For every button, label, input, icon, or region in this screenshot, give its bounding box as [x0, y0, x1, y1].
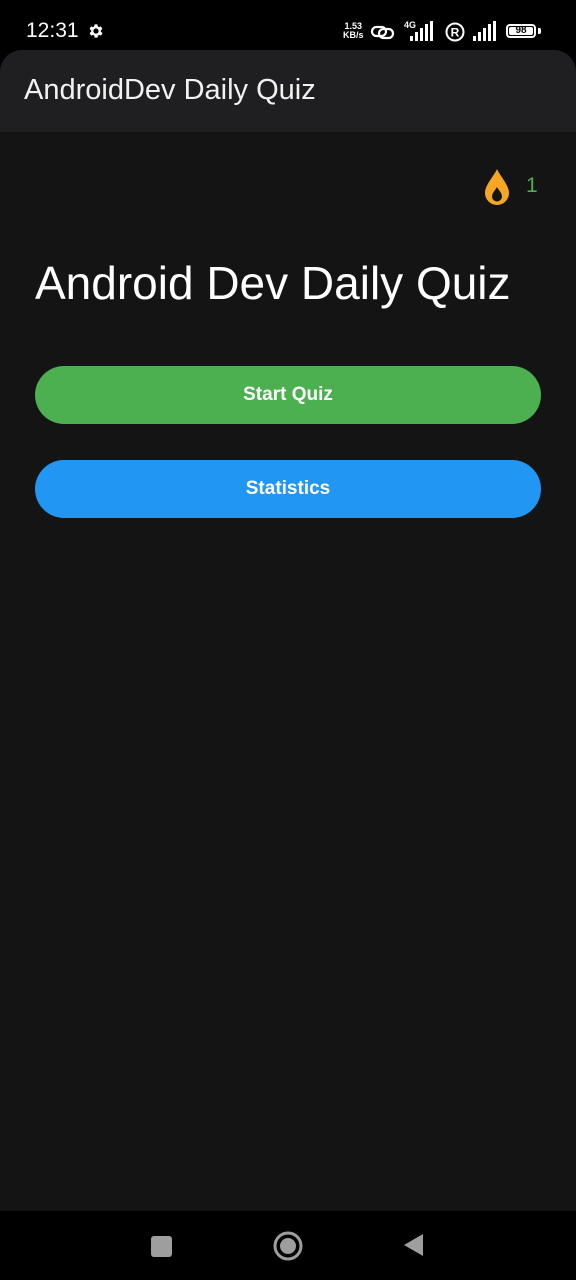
roaming-icon: R	[445, 22, 465, 42]
statistics-button[interactable]: Statistics	[35, 460, 541, 518]
battery-level: 98	[515, 25, 527, 36]
app-bar-title: AndroidDev Daily Quiz	[24, 74, 316, 106]
signal-icon	[473, 21, 496, 41]
main-content: 1 Android Dev Daily Quiz Start Quiz Stat…	[0, 132, 576, 1211]
flame-icon	[485, 169, 509, 205]
battery-icon: 98	[506, 24, 536, 38]
network-type: 4G	[404, 20, 417, 30]
start-quiz-button[interactable]: Start Quiz	[35, 366, 541, 424]
network-speed: 1.53 KB/s	[343, 21, 364, 40]
app-bar: AndroidDev Daily Quiz	[0, 50, 576, 132]
status-time: 12:31	[26, 19, 79, 42]
streak-count: 1	[526, 174, 538, 197]
svg-text:R: R	[451, 26, 460, 40]
back-icon[interactable]	[401, 1232, 425, 1258]
recents-icon[interactable]	[151, 1236, 172, 1257]
page-title: Android Dev Daily Quiz	[35, 257, 511, 309]
status-icons: R	[370, 21, 496, 42]
link-icon	[370, 25, 395, 40]
battery-tip	[538, 28, 541, 34]
settings-icon	[89, 24, 103, 38]
home-icon[interactable]	[272, 1230, 304, 1262]
navigation-bar	[0, 1211, 576, 1280]
